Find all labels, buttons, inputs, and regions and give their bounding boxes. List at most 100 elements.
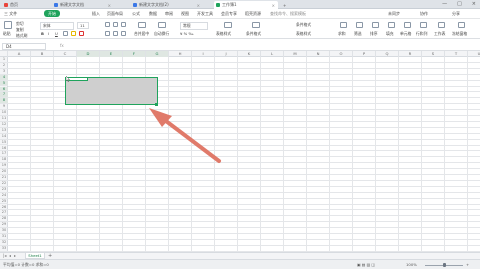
worksheet-icon[interactable] [438, 22, 445, 28]
format-painter-button[interactable]: 格式刷 [16, 33, 27, 39]
conditional-format-icon[interactable] [252, 22, 260, 28]
grid-row-line [8, 138, 480, 140]
row-header-33[interactable]: 33 [0, 246, 8, 252]
maximize-icon[interactable]: □ [457, 1, 462, 8]
grid-row-line [8, 179, 480, 181]
name-box[interactable]: D4 [2, 43, 46, 50]
menu-data[interactable]: 数据 [149, 11, 157, 17]
grid-row-line [8, 227, 480, 229]
menu-developer[interactable]: 开发工具 [197, 11, 213, 17]
fill-handle[interactable] [155, 103, 158, 106]
menu-docer[interactable]: 稻壳资源 [245, 11, 261, 17]
cell-button[interactable]: 单元格 [400, 31, 411, 37]
grid-row-line [8, 109, 480, 111]
grid-row-line [8, 233, 480, 234]
sync-status[interactable]: 未同步 [388, 11, 400, 17]
paste-icon[interactable] [4, 21, 12, 29]
row-col-icon[interactable] [420, 22, 427, 28]
percent-button[interactable]: ¥ % ‰ [180, 31, 194, 36]
wrap-text-icon[interactable] [158, 22, 166, 28]
collaborate-button[interactable]: 协作 [420, 11, 428, 17]
align-top-icon[interactable] [105, 22, 110, 27]
align-middle-icon[interactable] [113, 22, 118, 27]
new-tab-button[interactable]: + [281, 1, 289, 9]
zoom-level[interactable]: 100% [406, 262, 417, 267]
sort-button[interactable]: 排序 [370, 31, 378, 37]
align-center-icon[interactable] [113, 31, 118, 36]
italic-button[interactable]: I [48, 31, 49, 36]
tab-label: 新建文字文档(2) [139, 2, 169, 7]
menu-file[interactable]: 三 文件 [4, 11, 17, 17]
grid-row-line [8, 191, 480, 193]
fx-icon[interactable]: fx [60, 43, 64, 48]
mouse-cursor-icon [66, 76, 70, 82]
sum-button[interactable]: 求和 [338, 31, 346, 37]
grid-row-line [8, 61, 480, 63]
merge-center-button[interactable]: 合并居中 [134, 31, 149, 37]
freeze-panes-button[interactable]: 冻结窗格 [452, 31, 467, 37]
wrap-text-button[interactable]: 自动换行 [154, 31, 169, 37]
freeze-icon[interactable] [458, 22, 465, 28]
ribbon-toolbar: 粘贴 剪切 复制 格式刷 宋体 11 B I U 合并居中 自动换行 常规 ¥ … [0, 19, 480, 39]
zoom-slider-knob[interactable] [443, 263, 446, 267]
menu-page-layout[interactable]: 页面布局 [107, 11, 123, 17]
grid-row-line [8, 238, 480, 240]
fill-button[interactable]: 填充 [386, 31, 394, 37]
font-color-icon[interactable] [79, 31, 84, 36]
font-size-select[interactable]: 11 [77, 22, 89, 29]
close-window-icon[interactable]: × [472, 1, 476, 8]
menu-bar: 三 文件 开始 插入 页面布局 公式 数据 审阅 视图 开发工具 会员专享 稻壳… [0, 9, 480, 19]
search-command[interactable]: 查找命令、搜索模板 [270, 11, 306, 17]
minimize-icon[interactable]: — [442, 1, 447, 8]
font-name-select[interactable]: 宋体 [40, 22, 74, 30]
align-right-icon[interactable] [121, 31, 126, 36]
spreadsheet-app: 首页 新建文字文档 × 新建文字文档(2) × 工作簿1 × + — □ × 三… [0, 0, 480, 269]
worksheet-button[interactable]: 工作表 [434, 31, 445, 37]
zoom-in-icon[interactable]: + [466, 262, 469, 267]
sort-icon[interactable] [372, 22, 379, 28]
border-icon[interactable] [63, 31, 68, 36]
align-bottom-icon[interactable] [121, 22, 126, 27]
filter-button[interactable]: 筛选 [354, 31, 362, 37]
number-format-select[interactable]: 常规 [180, 22, 208, 30]
table-style-icon[interactable] [224, 22, 232, 28]
bold-button[interactable]: B [41, 31, 44, 36]
cell-icon[interactable] [404, 22, 411, 28]
merge-icon[interactable] [138, 22, 146, 28]
underline-button[interactable]: U [55, 31, 58, 36]
align-left-icon[interactable] [105, 31, 110, 36]
menu-insert[interactable]: 插入 [92, 11, 100, 17]
selected-range[interactable] [65, 77, 158, 105]
close-icon[interactable]: × [197, 3, 200, 8]
filter-icon[interactable] [356, 22, 363, 28]
fill-icon[interactable] [388, 22, 395, 28]
table-format-button[interactable]: 表格样式 [296, 31, 311, 37]
window-controls: — □ × [442, 1, 476, 8]
menu-review[interactable]: 审阅 [165, 11, 173, 17]
share-button[interactable]: 分享 [452, 11, 460, 17]
tab-home[interactable]: 首页 [2, 1, 42, 9]
menu-home[interactable]: 开始 [44, 10, 60, 17]
fill-color-icon[interactable] [71, 31, 76, 36]
menu-view[interactable]: 视图 [181, 11, 189, 17]
tab-doc1[interactable]: 新建文字文档 × [52, 1, 114, 9]
grid-row-line [8, 215, 480, 217]
menu-member[interactable]: 会员专享 [221, 11, 237, 17]
grid-row-line [8, 150, 480, 152]
document-icon [133, 3, 137, 7]
table-style-button[interactable]: 表格样式 [216, 31, 231, 37]
close-icon[interactable]: × [272, 3, 275, 8]
close-icon[interactable]: × [108, 3, 111, 8]
sum-icon[interactable] [340, 22, 347, 28]
row-col-button[interactable]: 行和列 [416, 31, 427, 37]
menu-formula[interactable]: 公式 [132, 11, 140, 17]
view-mode-icons[interactable]: ▣ ▤ ▥ ◫ [357, 262, 375, 267]
spreadsheet-icon [216, 3, 220, 7]
tab-workbook[interactable]: 工作簿1 × [214, 1, 278, 9]
row-headers: 1 2 3 4 5 6 7 8 9 10 11 12 13 14 15 16 17 18 19 20 21 22 23 24 2… [0, 57, 8, 252]
tab-doc2[interactable]: 新建文字文档(2) × [131, 1, 203, 9]
paste-button[interactable]: 粘贴 [3, 31, 11, 37]
conditional-format-button[interactable]: 条件格式 [246, 31, 261, 37]
cell-style-button[interactable]: 条件格式 [296, 22, 311, 28]
grid-row-line [8, 126, 480, 128]
